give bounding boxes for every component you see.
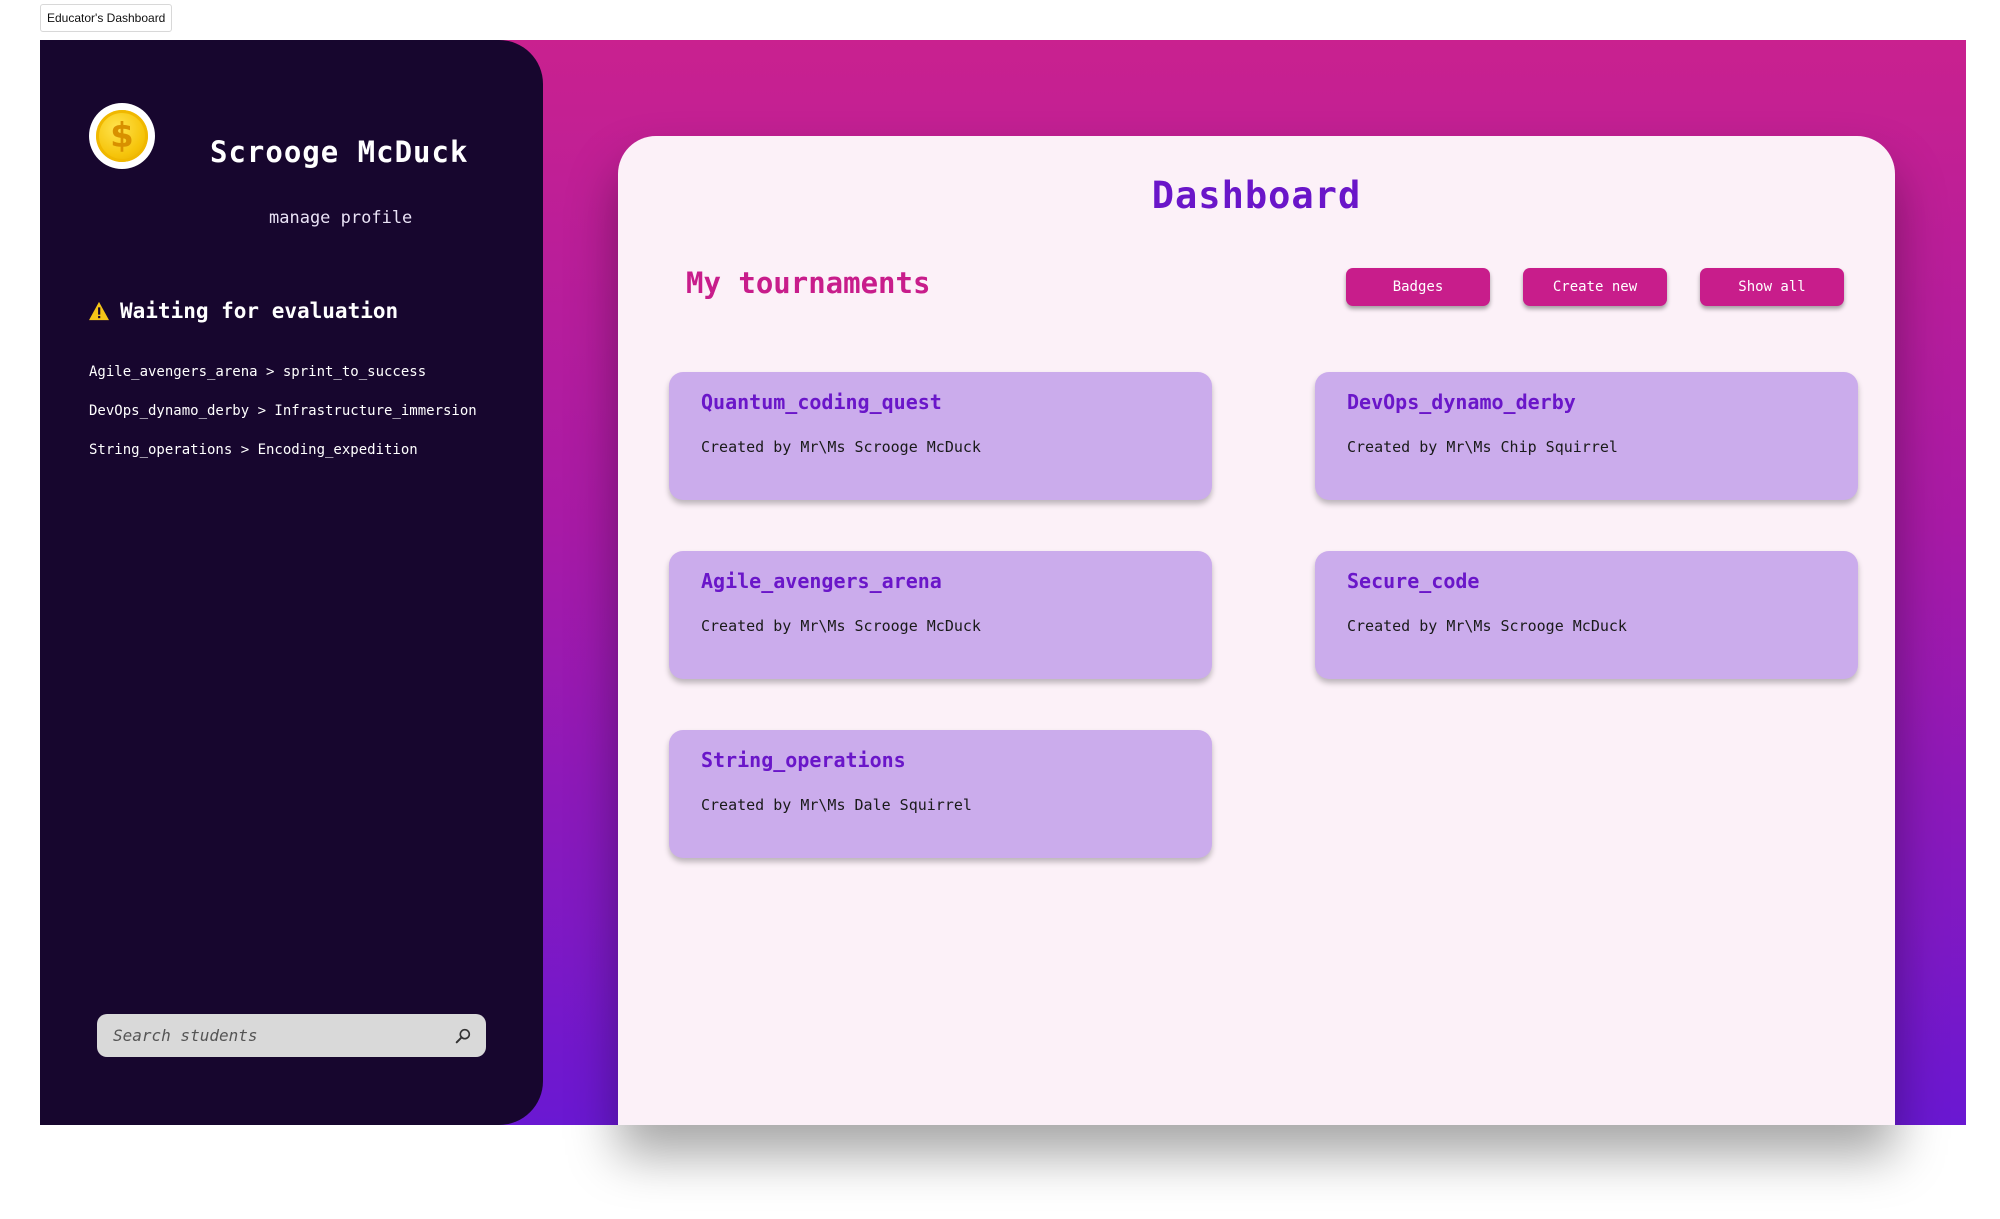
- tournament-creator: Created by Mr\Ms Scrooge McDuck: [701, 438, 981, 456]
- badges-button[interactable]: Badges: [1346, 268, 1490, 306]
- magnifier-icon[interactable]: [454, 1027, 472, 1045]
- tournament-name: Agile_avengers_arena: [701, 569, 942, 593]
- search-students-input[interactable]: [111, 1025, 454, 1046]
- page-title: Dashboard: [1151, 174, 1362, 217]
- my-tournaments-heading: My tournaments: [686, 266, 931, 300]
- show-all-button[interactable]: Show all: [1700, 268, 1844, 306]
- evaluation-list: Agile_avengers_arena > sprint_to_success…: [89, 362, 477, 479]
- warning-icon: [89, 301, 109, 321]
- create-new-button[interactable]: Create new: [1523, 268, 1667, 306]
- tournament-card[interactable]: Secure_code Created by Mr\Ms Scrooge McD…: [1315, 551, 1858, 679]
- window-tab-label: Educator's Dashboard: [40, 4, 173, 32]
- user-name: Scrooge McDuck: [210, 135, 469, 169]
- tournament-card[interactable]: Agile_avengers_arena Created by Mr\Ms Sc…: [669, 551, 1212, 679]
- evaluation-item[interactable]: Agile_avengers_arena > sprint_to_success: [89, 362, 477, 401]
- dollar-coin-icon: $: [96, 110, 148, 162]
- tournament-card[interactable]: Quantum_coding_quest Created by Mr\Ms Sc…: [669, 372, 1212, 500]
- tournament-creator: Created by Mr\Ms Dale Squirrel: [701, 796, 972, 814]
- tournament-card[interactable]: String_operations Created by Mr\Ms Dale …: [669, 730, 1212, 858]
- avatar[interactable]: $: [89, 103, 155, 169]
- sidebar: $ Scrooge McDuck manage profile Waiting …: [40, 40, 543, 1125]
- evaluation-item[interactable]: DevOps_dynamo_derby > Infrastructure_imm…: [89, 401, 477, 440]
- search-students-box: [97, 1014, 486, 1057]
- app-frame: $ Scrooge McDuck manage profile Waiting …: [40, 40, 1966, 1125]
- tournament-name: DevOps_dynamo_derby: [1347, 390, 1576, 414]
- tournament-creator: Created by Mr\Ms Chip Squirrel: [1347, 438, 1618, 456]
- tournament-name: Quantum_coding_quest: [701, 390, 942, 414]
- manage-profile-link[interactable]: manage profile: [269, 208, 412, 228]
- waiting-evaluation-heading: Waiting for evaluation: [88, 299, 398, 323]
- waiting-evaluation-title: Waiting for evaluation: [120, 299, 399, 323]
- dashboard-panel: Dashboard My tournaments Badges Create n…: [618, 136, 1895, 1125]
- tournament-card[interactable]: DevOps_dynamo_derby Created by Mr\Ms Chi…: [1315, 372, 1858, 500]
- tournament-creator: Created by Mr\Ms Scrooge McDuck: [1347, 617, 1627, 635]
- evaluation-item[interactable]: String_operations > Encoding_expedition: [89, 440, 477, 479]
- tournament-name: Secure_code: [1347, 569, 1480, 593]
- tournament-name: String_operations: [701, 748, 906, 772]
- tournament-creator: Created by Mr\Ms Scrooge McDuck: [701, 617, 981, 635]
